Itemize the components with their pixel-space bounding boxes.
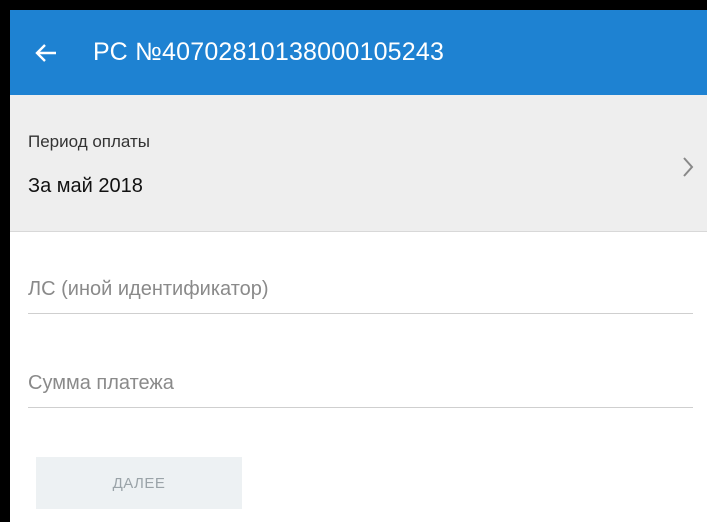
page-title: РС №40702810138000105243 — [93, 38, 445, 66]
arrow-left-icon — [35, 43, 57, 63]
next-button[interactable]: ДАЛЕЕ — [36, 457, 242, 509]
app-bar: РС №40702810138000105243 — [10, 10, 707, 95]
payment-amount-placeholder: Сумма платежа — [28, 372, 174, 394]
screen: РС №40702810138000105243 Период оплаты З… — [0, 0, 707, 522]
payment-period-selector[interactable]: Период оплаты За май 2018 — [10, 95, 707, 232]
chevron-right-icon — [681, 155, 695, 184]
account-id-input[interactable]: ЛС (иной идентификатор) — [28, 278, 693, 314]
payment-amount-input[interactable]: Сумма платежа — [28, 372, 693, 408]
back-button[interactable] — [10, 10, 90, 95]
payment-period-value: За май 2018 — [28, 175, 143, 197]
payment-period-label: Период оплаты — [28, 132, 151, 151]
account-id-placeholder: ЛС (иной идентификатор) — [28, 278, 269, 300]
